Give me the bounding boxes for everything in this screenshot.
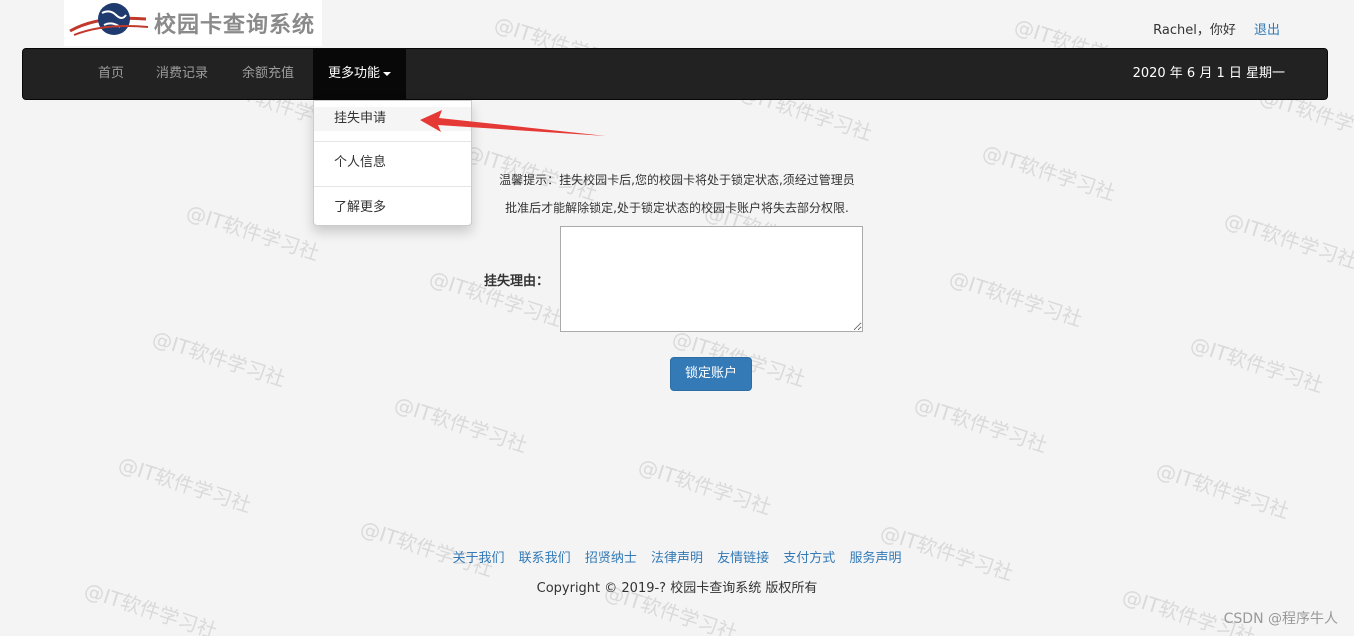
- logo[interactable]: 校园卡查询系统: [64, 0, 322, 46]
- logout-link[interactable]: 退出: [1254, 23, 1280, 38]
- red-arrow-icon: [420, 110, 606, 136]
- watermark: @IT软件学习社: [635, 453, 775, 520]
- footer-link-careers[interactable]: 招贤纳士: [585, 551, 637, 566]
- nav-item-home[interactable]: 首页: [83, 49, 139, 99]
- watermark: @IT软件学习社: [1187, 331, 1327, 398]
- top-navbar: 首页 消费记录 余额充值 更多功能 2020 年 6 月 1 日 星期一: [22, 48, 1328, 100]
- nav-item-more[interactable]: 更多功能: [313, 49, 407, 99]
- footer-link-contact[interactable]: 联系我们: [519, 551, 571, 566]
- watermark: @IT软件学习社: [946, 265, 1086, 332]
- logo-text: 校园卡查询系统: [154, 13, 316, 38]
- watermark: @IT软件学习社: [149, 325, 289, 392]
- lock-account-button[interactable]: 锁定账户: [670, 357, 752, 391]
- user-bar: Rachel，你好 退出: [1153, 19, 1280, 38]
- copyright: Copyright © 2019-? 校园卡查询系统 版权所有: [536, 581, 818, 596]
- footer-link-about[interactable]: 关于我们: [453, 551, 505, 566]
- reason-label: 挂失理由：: [484, 274, 550, 289]
- footer-link-terms[interactable]: 服务声明: [849, 551, 901, 566]
- nav-item-recharge[interactable]: 余额充值: [227, 49, 309, 99]
- watermark: @IT软件学习社: [1153, 457, 1293, 524]
- nav-item-more-label: 更多功能: [328, 66, 381, 81]
- reason-textarea[interactable]: [560, 226, 863, 332]
- nav-item-consumption[interactable]: 消费记录: [141, 49, 223, 99]
- watermark: @IT软件学习社: [115, 451, 255, 518]
- menu-divider: [314, 141, 471, 142]
- footer-links: 关于我们 联系我们 招贤纳士 法律声明 友情链接 支付方式 服务声明: [0, 547, 1354, 566]
- globe-logo-icon: [69, 3, 149, 36]
- caret-down-icon: [383, 71, 392, 76]
- tip-line-1: 温馨提示：挂失校园卡后,您的校园卡将处于锁定状态,须经过管理员: [499, 173, 855, 187]
- user-greeting: Rachel，你好: [1153, 23, 1236, 38]
- csdn-credit: CSDN @程序牛人: [1223, 611, 1338, 627]
- watermark: @IT软件学习社: [391, 391, 531, 458]
- footer-link-payment[interactable]: 支付方式: [783, 551, 835, 566]
- current-date: 2020 年 6 月 1 日 星期一: [1132, 66, 1285, 81]
- footer-link-friends[interactable]: 友情链接: [717, 551, 769, 566]
- footer-link-legal[interactable]: 法律声明: [651, 551, 703, 566]
- watermark: @IT软件学习社: [911, 391, 1051, 458]
- tip-line-2: 批准后才能解除锁定,处于锁定状态的校园卡账户将失去部分权限.: [505, 201, 849, 215]
